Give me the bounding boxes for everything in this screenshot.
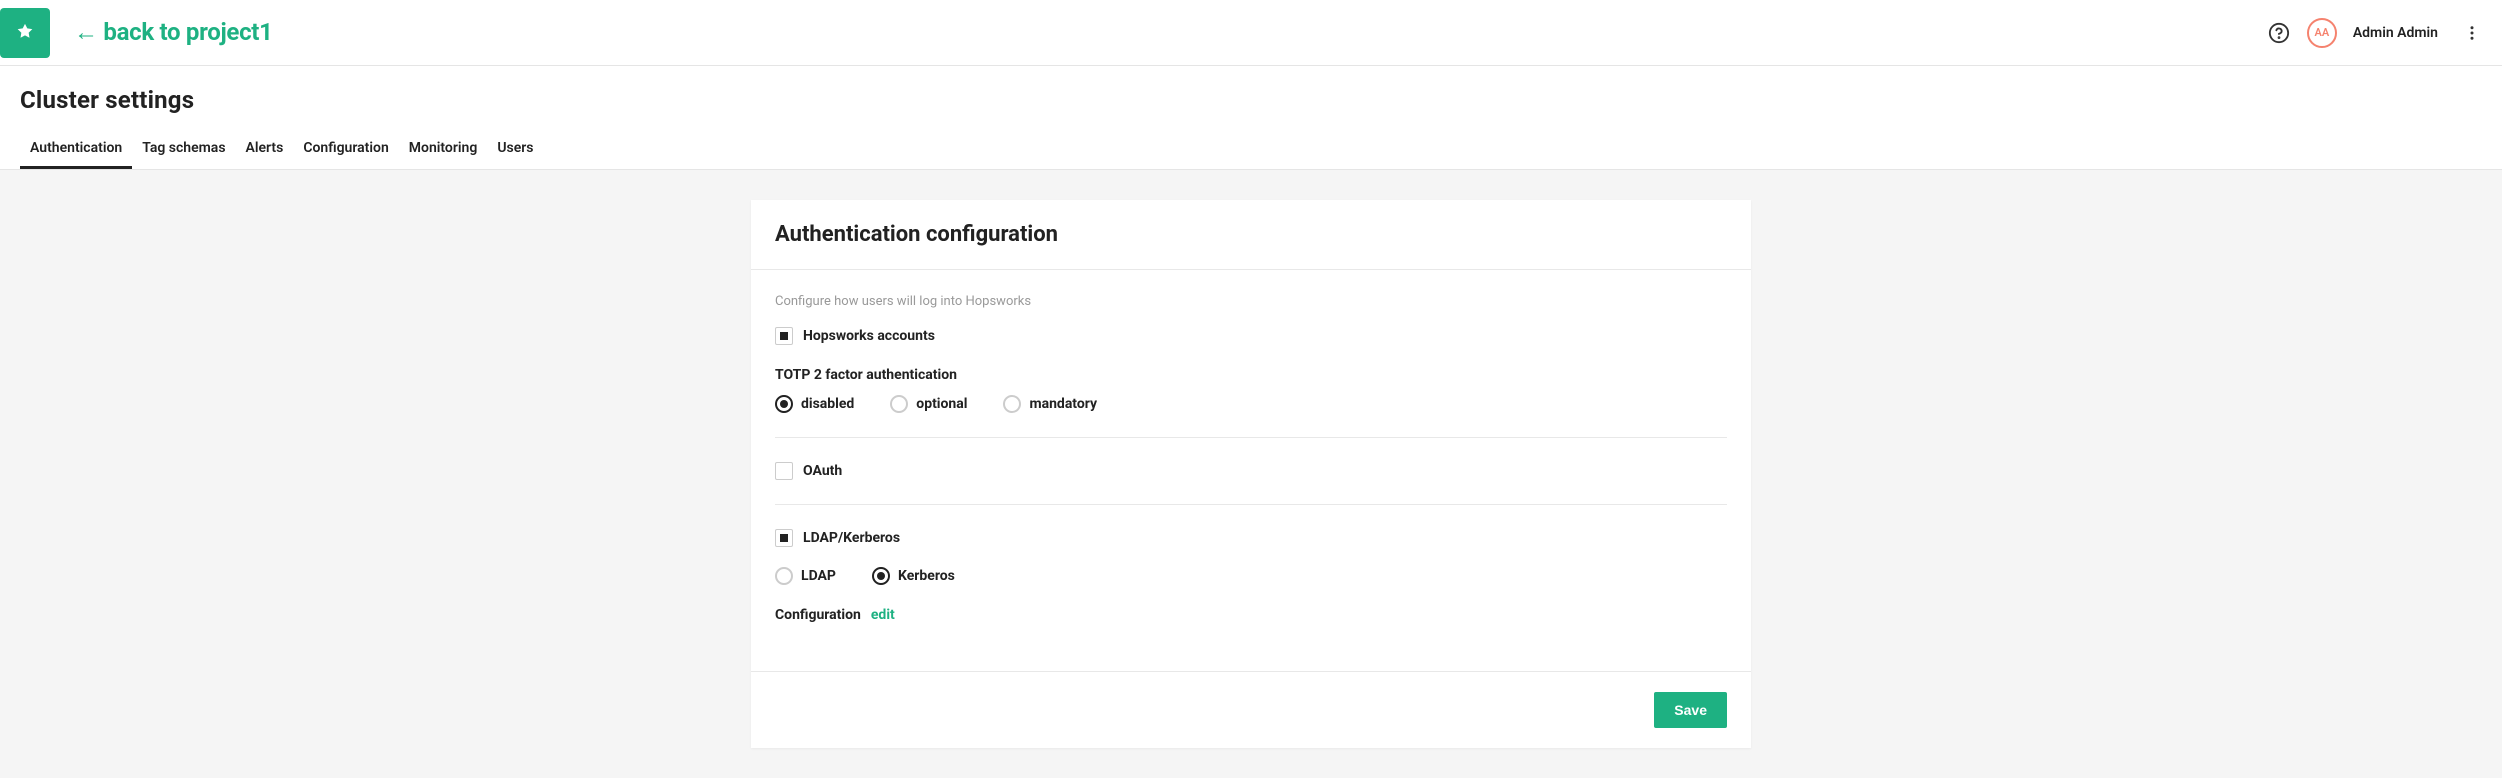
more-menu-button[interactable] [2458, 17, 2486, 49]
card-footer: Save [751, 671, 1751, 748]
checkbox-row-hopsworks: Hopsworks accounts [775, 327, 1727, 345]
tab-alerts[interactable]: Alerts [236, 130, 294, 169]
radio-optional[interactable] [890, 395, 908, 413]
save-button[interactable]: Save [1654, 692, 1727, 728]
topbar: ← back to project1 AA Admin Admin [0, 0, 2502, 66]
page-title: Cluster settings [20, 86, 2482, 114]
radio-ldap-option[interactable] [775, 567, 793, 585]
card-body: Configure how users will log into Hopswo… [751, 270, 1751, 671]
checkbox-row-ldap: LDAP/Kerberos [775, 529, 1727, 547]
totp-radio-group: disabled optional mandatory [775, 395, 1727, 413]
checkbox-label-hopsworks: Hopsworks accounts [803, 328, 935, 344]
config-label: Configuration [775, 607, 861, 623]
checkbox-oauth[interactable] [775, 462, 793, 480]
radio-label-ldap-option: LDAP [801, 568, 836, 584]
card-title: Authentication configuration [775, 222, 1727, 247]
topbar-right: AA Admin Admin [2263, 17, 2486, 49]
app-logo[interactable] [0, 8, 50, 58]
ldap-radio-group: LDAP Kerberos [775, 567, 1727, 585]
help-icon [2268, 22, 2290, 44]
radio-mandatory[interactable] [1003, 395, 1021, 413]
content-area: Authentication configuration Configure h… [0, 170, 2502, 778]
checkbox-hopsworks[interactable] [775, 327, 793, 345]
tab-authentication[interactable]: Authentication [20, 130, 132, 169]
radio-label-disabled: disabled [801, 396, 854, 412]
page-header: Cluster settings Authentication Tag sche… [0, 66, 2502, 169]
checkbox-ldap[interactable] [775, 529, 793, 547]
help-button[interactable] [2263, 17, 2295, 49]
card-header: Authentication configuration [751, 200, 1751, 270]
radio-row-kerberos[interactable]: Kerberos [872, 567, 955, 585]
more-vertical-icon [2463, 24, 2481, 42]
user-name: Admin Admin [2353, 25, 2438, 41]
tab-tag-schemas[interactable]: Tag schemas [132, 130, 235, 169]
radio-label-optional: optional [916, 396, 967, 412]
helper-text: Configure how users will log into Hopswo… [775, 294, 1727, 309]
avatar[interactable]: AA [2307, 18, 2337, 48]
checkbox-label-oauth: OAuth [803, 463, 842, 479]
checkbox-row-oauth: OAuth [775, 462, 1727, 480]
tabs: Authentication Tag schemas Alerts Config… [20, 130, 2482, 169]
radio-row-ldap-option[interactable]: LDAP [775, 567, 836, 585]
radio-label-mandatory: mandatory [1029, 396, 1097, 412]
config-row: Configuration edit [775, 607, 1727, 623]
radio-row-optional[interactable]: optional [890, 395, 967, 413]
tab-users[interactable]: Users [487, 130, 543, 169]
auth-config-card: Authentication configuration Configure h… [751, 200, 1751, 748]
section-hopsworks: Hopsworks accounts TOTP 2 factor authent… [775, 327, 1727, 438]
radio-row-mandatory[interactable]: mandatory [1003, 395, 1097, 413]
tab-configuration[interactable]: Configuration [293, 130, 398, 169]
radio-label-kerberos: Kerberos [898, 568, 955, 584]
edit-link[interactable]: edit [871, 607, 895, 623]
section-oauth: OAuth [775, 462, 1727, 505]
logo-icon [14, 22, 36, 44]
section-ldap: LDAP/Kerberos LDAP Kerberos Configuratio… [775, 529, 1727, 647]
tab-monitoring[interactable]: Monitoring [399, 130, 488, 169]
radio-disabled[interactable] [775, 395, 793, 413]
back-link[interactable]: ← back to project1 [74, 18, 273, 47]
checkbox-label-ldap: LDAP/Kerberos [803, 530, 900, 546]
totp-label: TOTP 2 factor authentication [775, 367, 1727, 383]
radio-row-disabled[interactable]: disabled [775, 395, 854, 413]
radio-kerberos[interactable] [872, 567, 890, 585]
topbar-left: ← back to project1 [0, 8, 273, 58]
